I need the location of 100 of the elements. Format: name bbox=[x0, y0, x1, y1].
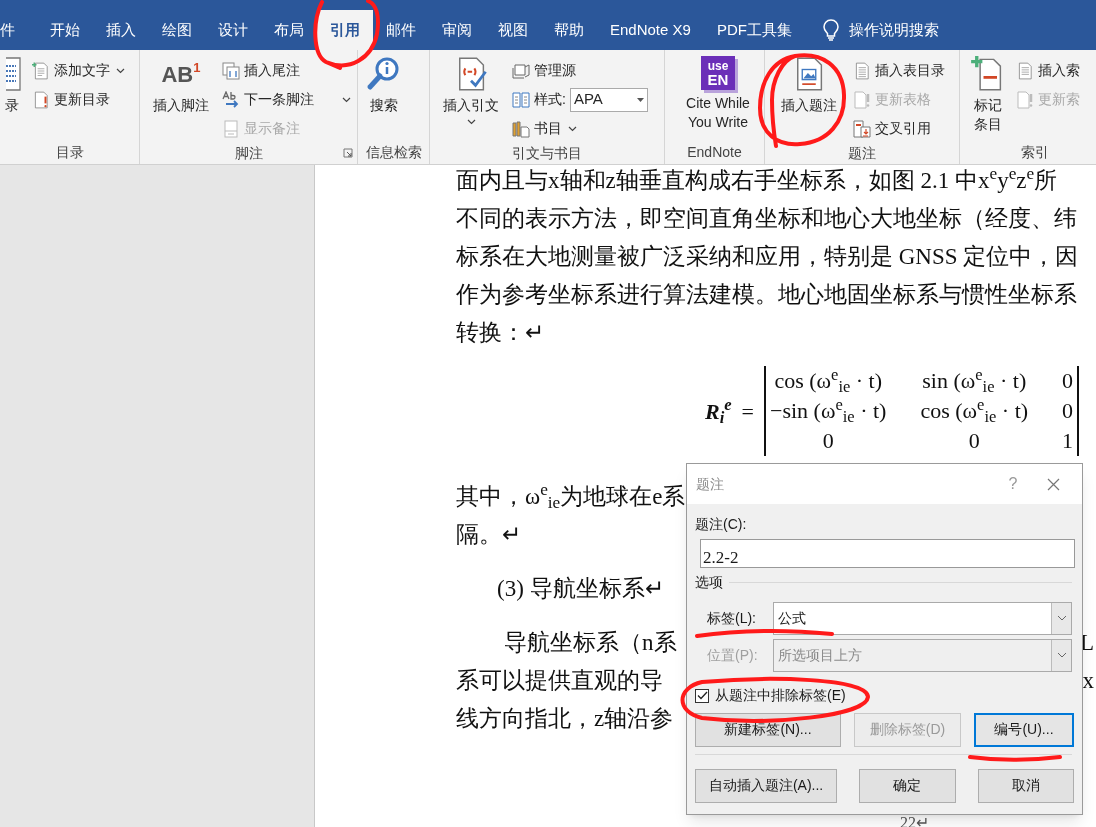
dialog-button[interactable]: 自动插入题注(A)... bbox=[695, 768, 838, 803]
ribbon-tab[interactable]: 视图 bbox=[485, 10, 541, 50]
body-text: 标系在大地测量被广泛采纳和应用，特别是 GNSS 定位中，因 bbox=[456, 242, 1079, 271]
dropdown-arrow-icon bbox=[636, 97, 644, 102]
checkbox-box[interactable] bbox=[695, 688, 709, 703]
ribbon-tab[interactable]: 审阅 bbox=[429, 10, 485, 50]
body-text: 线方向指北，z轴沿参 bbox=[456, 704, 674, 733]
footnote-icon: AB$^{1}$ bbox=[161, 56, 201, 92]
ribbon-tab[interactable]: 引用 bbox=[317, 10, 373, 50]
body-text: 系可以提供直观的导 bbox=[456, 666, 663, 695]
matrix-entry: sin (ω$^{e}$$_{ie}$ · t) bbox=[921, 366, 1028, 396]
ribbon-button[interactable]: 交叉引用 bbox=[853, 118, 931, 139]
ribbon-button[interactable]: 搜索 bbox=[364, 54, 404, 140]
group-label: 信息检索 bbox=[365, 143, 422, 162]
endnote-icon bbox=[222, 61, 240, 80]
ribbon-button[interactable]: 插入表目录 bbox=[853, 60, 945, 81]
notes-icon bbox=[222, 119, 240, 138]
check-icon bbox=[696, 691, 708, 700]
dropdown-field[interactable]: 公式 bbox=[773, 601, 1072, 635]
index-icon bbox=[1016, 61, 1034, 80]
body-text: 转换：↵ bbox=[456, 318, 544, 347]
ribbon-tab[interactable]: 布局 bbox=[261, 10, 317, 50]
section-heading: 选项 bbox=[695, 573, 723, 592]
dialog-title: 题注 bbox=[696, 474, 725, 494]
ribbon-tab[interactable]: 开始 bbox=[37, 10, 93, 50]
ribbon-tab[interactable]: 绘图 bbox=[149, 10, 205, 50]
ribbon-tab[interactable]: PDF工具集 bbox=[703, 10, 805, 50]
field-label: 位置(P): bbox=[706, 645, 759, 665]
circle-annotation bbox=[313, 0, 380, 70]
field-label: 题注(C): bbox=[695, 515, 748, 534]
dialog-button[interactable]: 确定 bbox=[859, 768, 956, 803]
ribbon-button[interactable]: 插入题注 bbox=[771, 54, 847, 140]
body-text: 面内且与x轴和z轴垂直构成右手坐标系，如图 2.1 中x$^{e}$y$^{e}$z$^{e}$所 bbox=[456, 163, 1058, 195]
lightbulb-icon bbox=[822, 19, 839, 41]
caret-icon bbox=[466, 119, 476, 125]
ribbon-button[interactable]: 添加文字 bbox=[32, 60, 125, 81]
update-document-icon bbox=[32, 90, 50, 109]
next-footnote-icon bbox=[222, 90, 240, 109]
ribbon-tab[interactable]: 件 bbox=[0, 10, 37, 50]
update-index-icon bbox=[1016, 90, 1034, 109]
group-label: 目录 bbox=[55, 143, 84, 162]
matrix-entry: 1 bbox=[1062, 427, 1074, 455]
checkbox[interactable]: 从题注中排除标签(E) bbox=[695, 683, 846, 708]
dialog-launcher-icon[interactable] bbox=[343, 148, 353, 158]
group-label: EndNote bbox=[687, 143, 742, 162]
group-label: 引文与书目 bbox=[512, 144, 582, 163]
ribbon-tab[interactable]: 帮助 bbox=[541, 10, 597, 50]
equals-sign: = bbox=[741, 397, 755, 426]
body-text: 作为参考坐标系进行算法建模。地心地固坐标系与惯性坐标系 bbox=[456, 280, 1077, 309]
caret-icon bbox=[116, 67, 125, 74]
ribbon-button[interactable]: 管理源 bbox=[512, 60, 576, 81]
group-label: 题注 bbox=[848, 144, 876, 163]
ribbon-button[interactable]: 插入引文 bbox=[436, 54, 506, 140]
caption-input[interactable]: 2.2-2 bbox=[700, 539, 1075, 568]
caret-icon bbox=[568, 125, 577, 132]
body-text: 不同的表示方法，即空间直角坐标和地心大地坐标（经度、纬 bbox=[456, 204, 1077, 233]
add-text-icon bbox=[32, 61, 50, 80]
bibliography-icon bbox=[512, 119, 530, 138]
ribbon-button[interactable]: 插入索 bbox=[1016, 60, 1080, 81]
ribbon-button[interactable]: 更新目录 bbox=[32, 89, 110, 110]
dialog-button[interactable]: 取消 bbox=[977, 768, 1074, 803]
ribbon-tab[interactable]: 邮件 bbox=[373, 10, 429, 50]
ribbon-tab[interactable]: 插入 bbox=[93, 10, 149, 50]
table-of-figures-icon bbox=[853, 61, 871, 80]
ribbon-tab[interactable]: EndNote X9 bbox=[597, 10, 704, 50]
ribbon-button[interactable]: 录 bbox=[6, 54, 26, 140]
group-label: 脚注 bbox=[234, 144, 263, 163]
matrix-entry: 0 bbox=[821, 427, 835, 455]
matrix-entry: 0 bbox=[1062, 367, 1074, 395]
heading-text: (3) 导航坐标系↵ bbox=[497, 574, 664, 603]
ribbon-button[interactable]: AB$^{1}$ 插入脚注 bbox=[146, 54, 216, 140]
field-label: 标签(L): bbox=[706, 608, 757, 628]
matrix-entry: −sin (ω$^{e}$$_{ie}$ · t) bbox=[770, 396, 887, 426]
matrix-entry: cos (ω$^{e}$$_{ie}$ · t) bbox=[920, 396, 1029, 426]
matrix-entry: 0 bbox=[1062, 397, 1074, 425]
field-label: 样式: bbox=[534, 90, 566, 109]
tell-me-search[interactable]: 操作说明搜索 bbox=[812, 10, 949, 50]
body-text: 其中，ω$^{e}$$_{ie}$为地球在e系 bbox=[456, 479, 686, 515]
dialog-button[interactable]: 编号(U)... bbox=[974, 712, 1074, 747]
ribbon-button[interactable]: 书目 bbox=[512, 118, 577, 139]
body-text: 隔。↵ bbox=[456, 520, 521, 549]
ribbon-button[interactable]: 下一条脚注 bbox=[222, 89, 351, 110]
chevron-icon bbox=[1056, 615, 1067, 621]
chevron-icon bbox=[1056, 652, 1067, 658]
ribbon-button[interactable]: use EN Cite While You Write bbox=[671, 54, 765, 140]
ribbon-button[interactable]: 标记条目 bbox=[966, 54, 1010, 140]
group-label: 索引 bbox=[1020, 143, 1049, 162]
body-text: 导航坐标系（n系 bbox=[504, 628, 677, 657]
book-icon bbox=[512, 90, 530, 109]
caret-icon bbox=[342, 96, 351, 103]
cross-reference-icon bbox=[853, 119, 871, 138]
manage-sources-icon bbox=[512, 61, 530, 80]
style-dropdown[interactable]: APA bbox=[569, 87, 648, 112]
matrix-entry: cos (ω$^{e}$$_{ie}$ · t) bbox=[773, 366, 884, 396]
body-text: x bbox=[1082, 666, 1095, 695]
ribbon-button[interactable]: 插入尾注 bbox=[222, 60, 300, 81]
update-table-icon bbox=[853, 90, 871, 109]
close-icon bbox=[1046, 477, 1060, 491]
endnote-logo-icon: use EN bbox=[701, 56, 735, 90]
ribbon-tab[interactable]: 设计 bbox=[205, 10, 261, 50]
